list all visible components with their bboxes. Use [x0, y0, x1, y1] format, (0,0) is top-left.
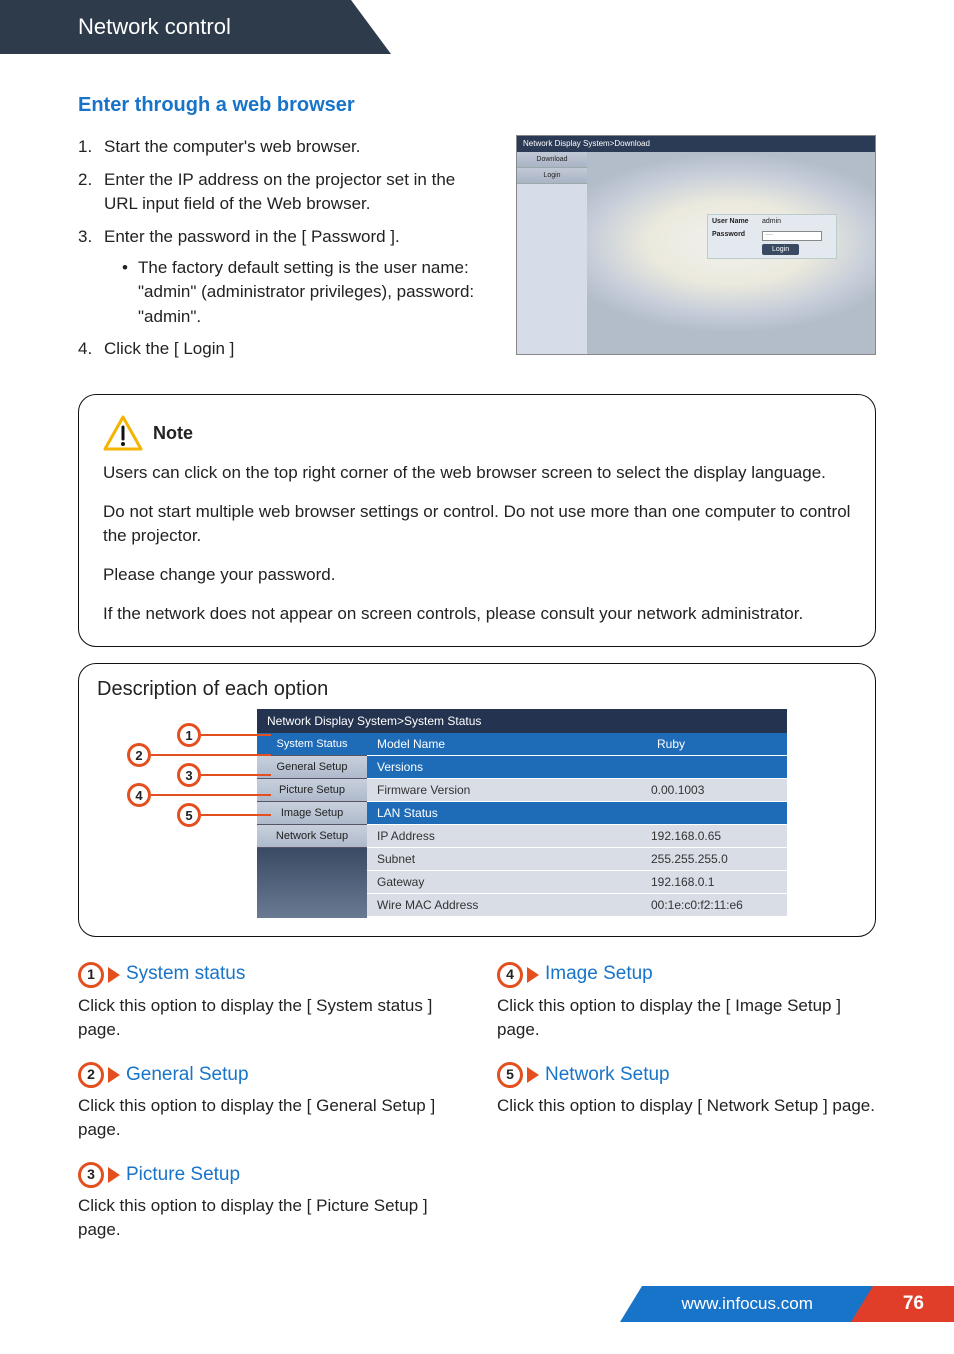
opt2-body: Click this option to display the [ Gener… — [78, 1094, 457, 1142]
options-grid: 1 System status Click this option to disp… — [78, 961, 876, 1262]
note-box: Note Users can click on the top right co… — [78, 394, 876, 647]
subnet-key: Subnet — [367, 848, 647, 870]
model-name-header: Model Name — [377, 737, 657, 751]
login-side-download[interactable]: Download — [517, 152, 587, 168]
login-button[interactable]: Login — [762, 244, 799, 255]
login-titlebar: Network Display System>Download — [517, 136, 875, 152]
description-box: Description of each option 1 2 3 4 5 Net… — [78, 663, 876, 937]
status-breadcrumb: Network Display System>System Status — [257, 709, 787, 733]
opt2-title: General Setup — [126, 1062, 249, 1089]
password-label: Password — [712, 231, 762, 241]
gateway-key: Gateway — [367, 871, 647, 893]
opt2-badge: 2 — [78, 1062, 104, 1088]
instructions: Start the computer's web browser. Enter … — [78, 135, 486, 370]
opt3-title: Picture Setup — [126, 1162, 240, 1189]
sidebar-image-setup[interactable]: Image Setup — [257, 802, 367, 825]
arrow-icon — [108, 967, 120, 983]
opt4-badge: 4 — [497, 962, 523, 988]
opt5-title: Network Setup — [545, 1062, 670, 1089]
note-p1: Users can click on the top right corner … — [103, 461, 851, 486]
page-number: 76 — [873, 1286, 954, 1322]
note-p2: Do not start multiple web browser settin… — [103, 500, 851, 549]
subnet-val: 255.255.255.0 — [647, 848, 732, 870]
arrow-icon — [108, 1167, 120, 1183]
step-3-note: The factory default setting is the user … — [104, 256, 486, 330]
arrow-icon — [527, 1067, 539, 1083]
opt3-body: Click this option to display the [ Pictu… — [78, 1194, 457, 1242]
step-1: Start the computer's web browser. — [78, 135, 486, 160]
sidebar-network-setup[interactable]: Network Setup — [257, 825, 367, 848]
callout-2: 2 — [127, 743, 151, 767]
step-2: Enter the IP address on the projector se… — [78, 168, 486, 217]
sidebar-filler — [257, 848, 367, 918]
page-title: Network control — [78, 14, 231, 39]
username-label: User Name — [712, 218, 762, 225]
opt5-badge: 5 — [497, 1062, 523, 1088]
mac-key: Wire MAC Address — [367, 894, 647, 916]
login-form: User Name admin Password ···· Login — [707, 214, 837, 259]
section-heading: Enter through a web browser — [78, 94, 876, 117]
system-status-screenshot: 1 2 3 4 5 Network Display System>System … — [257, 709, 857, 918]
opt3-badge: 3 — [78, 1162, 104, 1188]
versions-header: Versions — [367, 756, 787, 779]
note-heading: Note — [153, 420, 193, 446]
sidebar-general-setup[interactable]: General Setup — [257, 756, 367, 779]
page-header: Network control — [0, 0, 351, 54]
opt1-badge: 1 — [78, 962, 104, 988]
callout-4: 4 — [127, 783, 151, 807]
sidebar-system-status[interactable]: System Status — [257, 733, 367, 756]
arrow-icon — [527, 967, 539, 983]
ip-key: IP Address — [367, 825, 647, 847]
opt4-title: Image Setup — [545, 961, 653, 988]
gateway-val: 192.168.0.1 — [647, 871, 718, 893]
step-3: Enter the password in the [ Password ]. … — [78, 225, 486, 330]
opt4-body: Click this option to display the [ Image… — [497, 994, 876, 1042]
opt5-body: Click this option to display [ Network S… — [497, 1094, 876, 1118]
password-input[interactable]: ···· — [762, 231, 822, 241]
note-p3: Please change your password. — [103, 563, 851, 588]
note-p4: If the network does not appear on screen… — [103, 602, 851, 627]
opt1-title: System status — [126, 961, 245, 988]
warning-icon — [103, 415, 143, 451]
footer-url: www.infocus.com — [642, 1286, 873, 1322]
model-name-value: Ruby — [657, 737, 685, 751]
step-4: Click the [ Login ] — [78, 337, 486, 362]
firmware-val: 0.00.1003 — [647, 779, 708, 801]
sidebar-picture-setup[interactable]: Picture Setup — [257, 779, 367, 802]
firmware-key: Firmware Version — [367, 779, 647, 801]
ip-val: 192.168.0.65 — [647, 825, 725, 847]
username-value: admin — [762, 218, 781, 225]
opt1-body: Click this option to display the [ Syste… — [78, 994, 457, 1042]
login-side-login[interactable]: Login — [517, 168, 587, 184]
lan-status-header: LAN Status — [367, 802, 787, 825]
mac-val: 00:1e:c0:f2:11:e6 — [647, 894, 747, 916]
callout-5: 5 — [177, 803, 201, 827]
arrow-icon — [108, 1067, 120, 1083]
login-screenshot: Network Display System>Download Download… — [516, 135, 876, 355]
description-title: Description of each option — [97, 678, 857, 701]
